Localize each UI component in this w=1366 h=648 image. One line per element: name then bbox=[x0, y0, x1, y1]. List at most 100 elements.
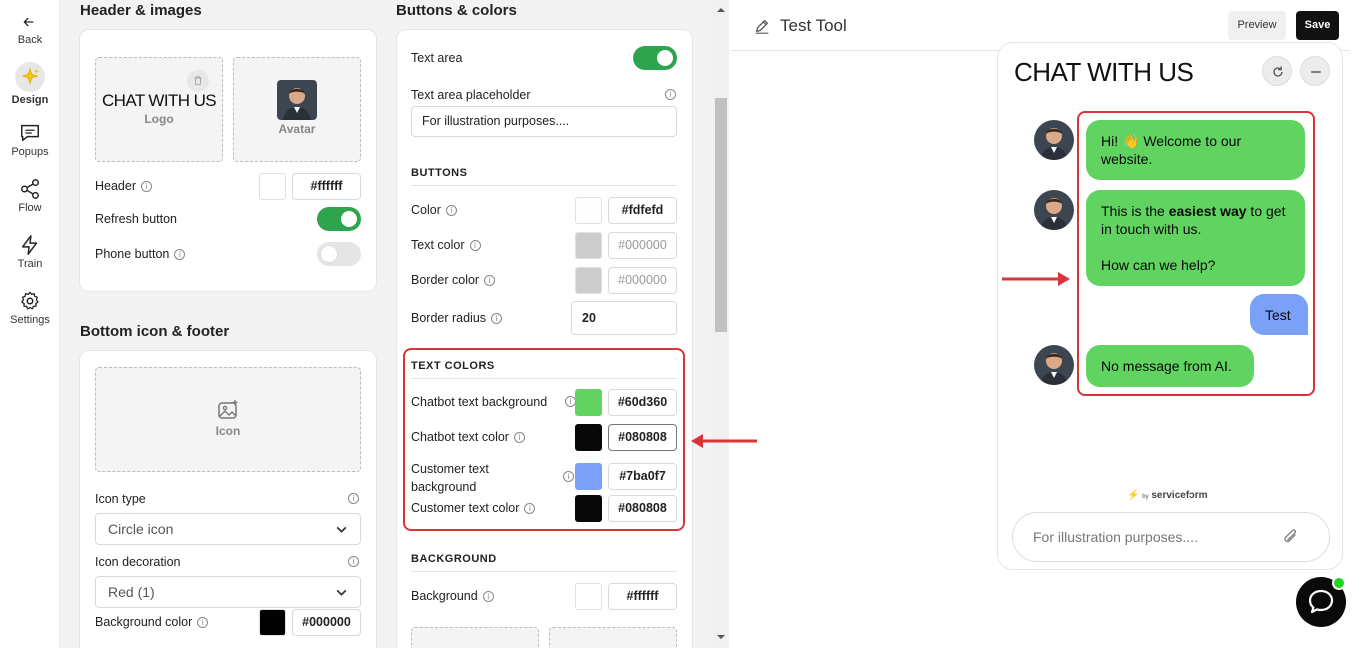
chat-minimize-button[interactable] bbox=[1300, 56, 1330, 86]
rail-label-design: Design bbox=[11, 94, 49, 106]
background-image-upload-2[interactable] bbox=[549, 627, 677, 648]
avatar-image bbox=[277, 80, 317, 120]
avatar-upload[interactable]: Avatar bbox=[233, 57, 361, 162]
tool-title[interactable]: Test Tool bbox=[780, 16, 847, 36]
rail-item-popups[interactable]: Popups bbox=[0, 122, 60, 158]
avatar-label: Avatar bbox=[278, 122, 316, 136]
lightning-icon bbox=[21, 235, 38, 255]
annotation-arrow-right bbox=[1002, 272, 1070, 286]
header-color-label: Header i bbox=[95, 179, 152, 193]
border-radius-label: Border radius i bbox=[411, 311, 503, 325]
phone-button-label: Phone button i bbox=[95, 247, 186, 261]
background-image-upload[interactable] bbox=[411, 627, 539, 648]
rail-item-train[interactable]: Train bbox=[0, 234, 60, 270]
save-button[interactable]: Save bbox=[1296, 11, 1339, 40]
buttons-group-title: BUTTONS bbox=[411, 167, 468, 179]
logo-upload[interactable]: CHAT WITH US Logo bbox=[95, 57, 223, 162]
rail-item-flow[interactable]: Flow bbox=[0, 178, 60, 214]
paperclip-icon[interactable] bbox=[1281, 527, 1301, 547]
sparkle-icon bbox=[21, 67, 39, 85]
icon-label: Icon bbox=[215, 424, 241, 438]
info-icon: i bbox=[469, 240, 481, 252]
share-icon bbox=[21, 179, 39, 199]
color-input[interactable]: #fdfefd bbox=[608, 197, 677, 224]
bottom-footer-title: Bottom icon & footer bbox=[80, 323, 230, 340]
rail-label-settings: Settings bbox=[10, 314, 50, 326]
border-radius-input[interactable]: 20 bbox=[571, 301, 677, 335]
color-swatch[interactable] bbox=[575, 197, 602, 224]
chevron-down-icon bbox=[336, 526, 347, 533]
annotation-arrow-left bbox=[691, 434, 757, 448]
settings-scroll-thumb[interactable] bbox=[715, 98, 727, 332]
minus-icon bbox=[1311, 71, 1321, 73]
header-color-swatch[interactable] bbox=[259, 173, 286, 200]
divider bbox=[411, 185, 677, 186]
text-color-swatch[interactable] bbox=[575, 232, 602, 259]
background-swatch[interactable] bbox=[575, 583, 602, 610]
info-icon: i bbox=[174, 249, 186, 261]
bg-color-swatch[interactable] bbox=[259, 609, 286, 636]
bot-avatar bbox=[1034, 345, 1074, 385]
background-label: Background i bbox=[411, 589, 494, 603]
placeholder-label: Text area placeholder bbox=[411, 88, 531, 102]
image-icon bbox=[218, 400, 238, 419]
preview-button[interactable]: Preview bbox=[1228, 11, 1286, 40]
icon-type-select[interactable]: Circle icon bbox=[95, 513, 361, 545]
rail-label-popups: Popups bbox=[11, 146, 49, 158]
buttons-colors-title: Buttons & colors bbox=[396, 2, 517, 19]
text-color-label: Text color i bbox=[411, 238, 481, 252]
color-label: Color i bbox=[411, 203, 457, 217]
bg-color-input[interactable]: #000000 bbox=[292, 609, 361, 636]
rail-label-flow: Flow bbox=[18, 202, 42, 214]
rail-label-train: Train bbox=[17, 258, 43, 270]
gear-icon bbox=[21, 291, 39, 310]
border-color-swatch[interactable] bbox=[575, 267, 602, 294]
logo-label: Logo bbox=[144, 112, 174, 126]
chat-refresh-button[interactable] bbox=[1262, 56, 1292, 86]
lightning-icon: ⚡ bbox=[1127, 490, 1140, 501]
rail-item-settings[interactable]: Settings bbox=[0, 290, 60, 326]
header-images-title: Header & images bbox=[80, 2, 202, 19]
info-icon: i bbox=[197, 617, 209, 629]
header-color-input[interactable]: #ffffff bbox=[292, 173, 361, 200]
background-input[interactable]: #ffffff bbox=[608, 583, 677, 610]
scroll-up-icon[interactable] bbox=[716, 5, 726, 15]
text-color-input[interactable]: #000000 bbox=[608, 232, 677, 259]
border-color-label: Border color i bbox=[411, 273, 496, 287]
scroll-down-icon[interactable] bbox=[716, 632, 726, 642]
info-icon: i bbox=[445, 205, 457, 217]
icon-upload[interactable]: Icon bbox=[95, 367, 361, 472]
online-indicator bbox=[1332, 576, 1346, 590]
text-area-label: Text area bbox=[411, 51, 463, 65]
rail-item-design[interactable]: Design bbox=[0, 62, 60, 106]
info-icon: i bbox=[141, 181, 152, 193]
refresh-button-toggle[interactable] bbox=[317, 207, 361, 231]
arrow-left-icon bbox=[23, 17, 34, 27]
bg-color-label: Background color i bbox=[95, 615, 209, 629]
chat-title: CHAT WITH US bbox=[1014, 57, 1194, 87]
border-color-input[interactable]: #000000 bbox=[608, 267, 677, 294]
brand-footer: ⚡ by servicefᴐrm bbox=[1127, 490, 1208, 501]
messages-highlight bbox=[1077, 111, 1315, 396]
info-icon: i bbox=[665, 89, 676, 100]
icon-decoration-label: Icon decoration bbox=[95, 555, 181, 569]
info-icon: i bbox=[484, 275, 496, 287]
divider bbox=[411, 571, 677, 572]
back-button[interactable]: Back bbox=[0, 12, 60, 46]
icon-type-value: Circle icon bbox=[108, 521, 174, 537]
placeholder-input[interactable]: For illustration purposes.... bbox=[411, 106, 677, 137]
background-group-title: BACKGROUND bbox=[411, 553, 497, 565]
info-icon: i bbox=[491, 313, 503, 325]
chat-bubble-icon bbox=[1308, 589, 1334, 614]
page-scrollbar[interactable] bbox=[1350, 0, 1366, 648]
back-label: Back bbox=[17, 34, 43, 46]
phone-button-toggle[interactable] bbox=[317, 242, 361, 266]
pencil-icon[interactable] bbox=[753, 17, 771, 35]
bot-avatar bbox=[1034, 120, 1074, 160]
info-icon: i bbox=[348, 493, 359, 504]
text-area-toggle[interactable] bbox=[633, 46, 677, 70]
left-rail: Back Design Popups Flow Train Settings bbox=[0, 0, 60, 648]
app-root: Back Design Popups Flow Train Settings H… bbox=[0, 0, 1366, 648]
icon-decoration-select[interactable]: Red (1) bbox=[95, 576, 361, 608]
delete-logo-button[interactable] bbox=[187, 70, 209, 92]
